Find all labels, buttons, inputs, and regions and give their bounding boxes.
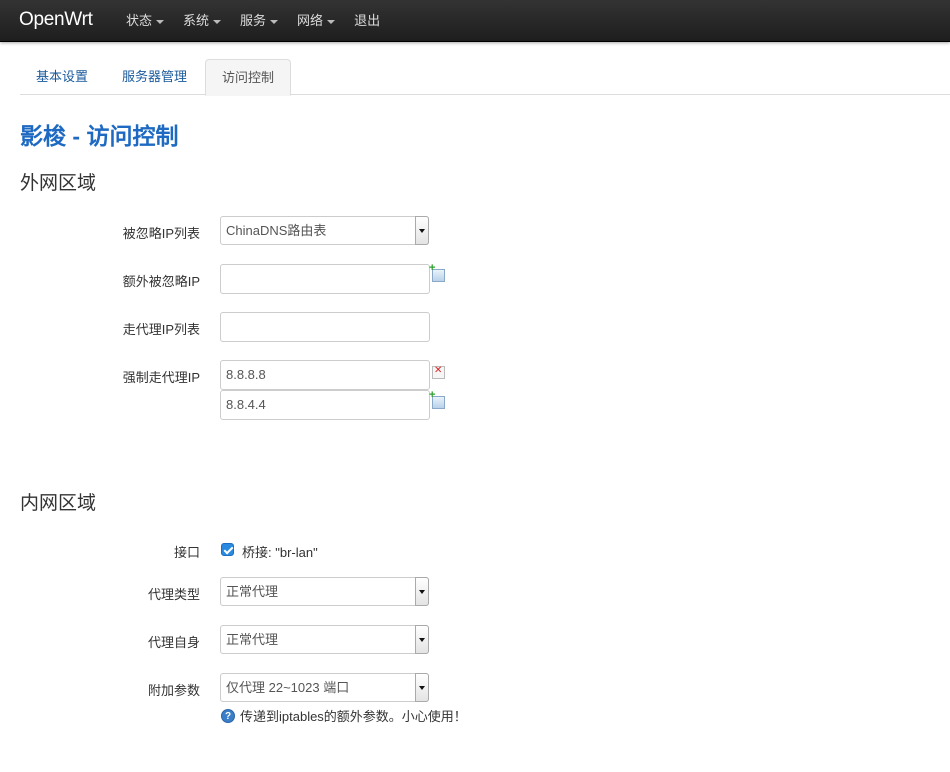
caret-down-icon <box>213 19 222 24</box>
menu-logout-label: 退出 <box>354 13 381 28</box>
ignore-list-select[interactable]: ChinaDNS路由表 <box>220 216 429 245</box>
force-proxy-input-2[interactable]: 8.8.4.4 <box>220 390 430 420</box>
brand-logo[interactable]: OpenWrt <box>19 9 93 31</box>
proxy-list-input[interactable] <box>220 312 430 342</box>
tab-bar: 基本设置 服务器管理 访问控制 <box>20 59 950 96</box>
proxy-type-label: 代理类型 <box>147 587 200 602</box>
extra-args-label: 附加参数 <box>147 683 200 698</box>
interface-checkbox[interactable] <box>221 543 234 556</box>
proxy-type-value: 正常代理 <box>226 584 279 599</box>
self-proxy-label: 代理自身 <box>147 635 200 650</box>
menu-services-label: 服务 <box>240 13 267 28</box>
dropdown-arrow-icon <box>415 216 429 245</box>
add-icon[interactable] <box>429 262 445 282</box>
extra-ignore-label: 额外被忽略IP <box>122 274 200 289</box>
main-menu: 状态 系统 服务 网络 退出 <box>126 0 399 42</box>
remove-icon[interactable] <box>432 365 445 379</box>
menu-network[interactable]: 网络 <box>297 0 336 42</box>
menu-network-label: 网络 <box>297 13 324 28</box>
tab-basic-settings[interactable]: 基本设置 <box>20 59 104 95</box>
force-proxy-input-1[interactable]: 8.8.8.8 <box>220 360 430 390</box>
extra-args-help: ? 传递到iptables的额外参数。小心使用！ <box>221 706 467 725</box>
proxy-type-select[interactable]: 正常代理 <box>220 577 429 606</box>
interface-option-label[interactable]: 桥接: "br-lan" <box>242 542 318 561</box>
ignore-list-value: ChinaDNS路由表 <box>226 223 327 238</box>
page-title: 影梭 - 访问控制 <box>20 123 179 149</box>
self-proxy-value: 正常代理 <box>226 632 279 647</box>
ignore-list-label: 被忽略IP列表 <box>122 226 200 241</box>
top-navbar: OpenWrt 状态 系统 服务 网络 退出 <box>0 0 950 42</box>
section-title-lan: 内网区域 <box>20 493 97 514</box>
extra-args-select[interactable]: 仅代理 22~1023 端口 <box>220 673 429 702</box>
extra-args-value: 仅代理 22~1023 端口 <box>226 680 350 695</box>
tab-access-control[interactable]: 访问控制 <box>205 59 292 96</box>
extra-ignore-input[interactable] <box>220 264 430 294</box>
dropdown-arrow-icon <box>415 673 429 702</box>
menu-services[interactable]: 服务 <box>240 0 279 42</box>
dropdown-arrow-icon <box>415 625 429 654</box>
menu-logout[interactable]: 退出 <box>354 0 380 42</box>
force-proxy-label: 强制走代理IP <box>122 370 200 385</box>
add-icon[interactable] <box>429 389 445 409</box>
proxy-list-label: 走代理IP列表 <box>122 322 200 337</box>
dropdown-arrow-icon <box>415 577 429 606</box>
menu-system-label: 系统 <box>183 13 210 28</box>
menu-status[interactable]: 状态 <box>126 0 165 42</box>
caret-down-icon <box>327 19 336 24</box>
menu-status-label: 状态 <box>126 13 153 28</box>
tab-server-management[interactable]: 服务器管理 <box>106 59 203 95</box>
section-title-wan: 外网区域 <box>20 173 97 194</box>
help-icon: ? <box>221 708 235 723</box>
caret-down-icon <box>156 19 165 24</box>
menu-system[interactable]: 系统 <box>183 0 222 42</box>
extra-args-help-text: 传递到iptables的额外参数。小心使用！ <box>240 709 467 724</box>
interface-label: 接口 <box>173 545 200 560</box>
caret-down-icon <box>270 19 279 24</box>
self-proxy-select[interactable]: 正常代理 <box>220 625 429 654</box>
